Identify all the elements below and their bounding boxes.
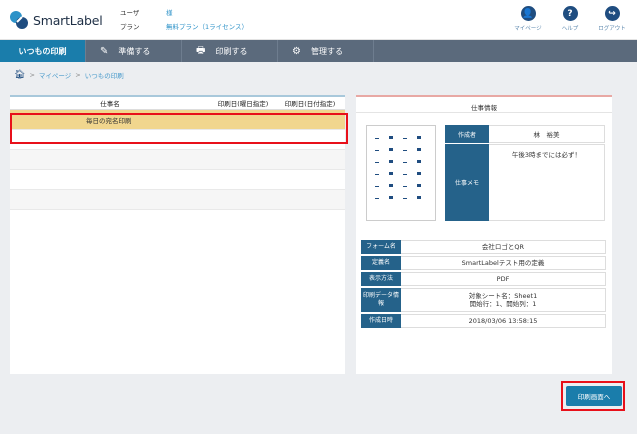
form-name-label: フォーム名 bbox=[361, 240, 401, 254]
breadcrumb-mypage[interactable]: マイページ bbox=[39, 70, 71, 80]
label-preview-image bbox=[375, 136, 421, 199]
display-method-value: PDF bbox=[401, 272, 606, 286]
memo-label: 仕事メモ bbox=[445, 144, 489, 221]
logo-icon bbox=[8, 9, 30, 31]
display-method-label: 表示方法 bbox=[361, 272, 401, 286]
plan-value[interactable]: 無料プラン（1ライセンス） bbox=[166, 20, 248, 34]
job-detail-table: 作成者 林 裕美 仕事メモ 午後3時までには必ず！ bbox=[445, 125, 605, 221]
print-button-highlight bbox=[561, 381, 625, 411]
print-data-sheet: 対象シート名：Sheet1 bbox=[468, 291, 538, 300]
job-meta-table: フォーム名 会社ロゴとQR 定義名 SmartLabelテスト用の定義 表示方法… bbox=[361, 240, 606, 330]
logout-button[interactable]: ↪ ログアウト bbox=[591, 6, 633, 32]
help-button[interactable]: ? ヘルプ bbox=[549, 6, 591, 32]
form-name-value: 会社ロゴとQR bbox=[401, 240, 606, 254]
column-header-weekday-date[interactable]: 印刷日(曜日指定) bbox=[210, 98, 276, 108]
label-preview-thumbnail bbox=[366, 125, 436, 221]
gear-icon: ⚙ bbox=[292, 45, 301, 57]
selected-row-highlight bbox=[10, 113, 348, 144]
logout-icon: ↪ bbox=[604, 6, 620, 21]
print-data-value: 対象シート名：Sheet1 開始行：1、開始列：1 bbox=[401, 288, 606, 312]
edit-icon: ✎ bbox=[100, 45, 109, 57]
table-row-empty bbox=[10, 190, 345, 210]
home-icon[interactable]: 🏠︎ bbox=[14, 70, 25, 80]
created-date-value: 2018/03/06 13:58:15 bbox=[401, 314, 606, 328]
table-row-empty bbox=[10, 150, 345, 170]
logo[interactable]: SmartLabel bbox=[8, 9, 103, 31]
help-label: ヘルプ bbox=[561, 26, 579, 32]
breadcrumb-current: いつもの印刷 bbox=[84, 72, 124, 80]
user-info: ユーザ 様 プラン 無料プラン（1ライセンス） bbox=[118, 6, 248, 34]
print-data-label: 印刷データ情報 bbox=[361, 288, 401, 312]
nav-tab-manage[interactable]: ⚙ 管理する bbox=[278, 40, 374, 62]
logout-label: ログアウト bbox=[598, 26, 626, 32]
nav-label: 印刷する bbox=[215, 46, 248, 56]
header-icons: 👤 マイページ ? ヘルプ ↪ ログアウト bbox=[507, 6, 633, 32]
app-header: SmartLabel ユーザ 様 プラン 無料プラン（1ライセンス） 👤 マイペ… bbox=[0, 0, 637, 40]
table-row-empty bbox=[10, 170, 345, 190]
nav-tab-prepare[interactable]: ✎ 準備する bbox=[86, 40, 182, 62]
breadcrumb-separator: > bbox=[29, 71, 35, 79]
nav-label: 管理する bbox=[310, 46, 343, 56]
plan-label: プラン bbox=[120, 23, 140, 31]
created-date-label: 作成日時 bbox=[361, 314, 401, 328]
help-icon: ? bbox=[562, 6, 578, 21]
nav-label: 準備する bbox=[118, 46, 151, 56]
job-info-panel: 仕事情報 作成者 林 裕美 仕事メモ 午後3時までには必ず！ フォーム名 会社ロ… bbox=[356, 95, 612, 374]
nav-tab-print[interactable]: 🖶 印刷する bbox=[182, 40, 278, 62]
creator-label: 作成者 bbox=[445, 125, 489, 143]
job-info-title: 仕事情報 bbox=[356, 97, 612, 113]
mypage-label: マイページ bbox=[514, 26, 542, 32]
nav-label: いつもの印刷 bbox=[18, 46, 67, 56]
mypage-button[interactable]: 👤 マイページ bbox=[507, 6, 549, 32]
memo-value: 午後3時までには必ず！ bbox=[489, 144, 605, 221]
definition-label: 定義名 bbox=[361, 256, 401, 270]
column-header-job-name[interactable]: 仕事名 bbox=[10, 98, 210, 108]
user-icon: 👤 bbox=[520, 6, 536, 21]
print-data-start: 開始行：1、開始列：1 bbox=[469, 300, 537, 308]
column-header-date[interactable]: 印刷日(日付指定) bbox=[276, 98, 344, 108]
nav-tab-daily-print[interactable]: いつもの印刷 bbox=[0, 40, 86, 62]
main-nav: いつもの印刷 ✎ 準備する 🖶 印刷する ⚙ 管理する bbox=[0, 40, 637, 62]
creator-value: 林 裕美 bbox=[489, 125, 605, 143]
breadcrumb: 🏠︎ > マイページ > いつもの印刷 bbox=[14, 70, 124, 80]
definition-value: SmartLabelテスト用の定義 bbox=[401, 256, 606, 270]
user-label: ユーザ bbox=[120, 9, 140, 17]
breadcrumb-separator: > bbox=[75, 71, 81, 79]
printer-icon: 🖶 bbox=[196, 44, 206, 56]
job-table-header: 仕事名 印刷日(曜日指定) 印刷日(日付指定) bbox=[10, 97, 345, 110]
user-value[interactable]: 様 bbox=[166, 6, 173, 20]
logo-text: SmartLabel bbox=[33, 12, 103, 28]
